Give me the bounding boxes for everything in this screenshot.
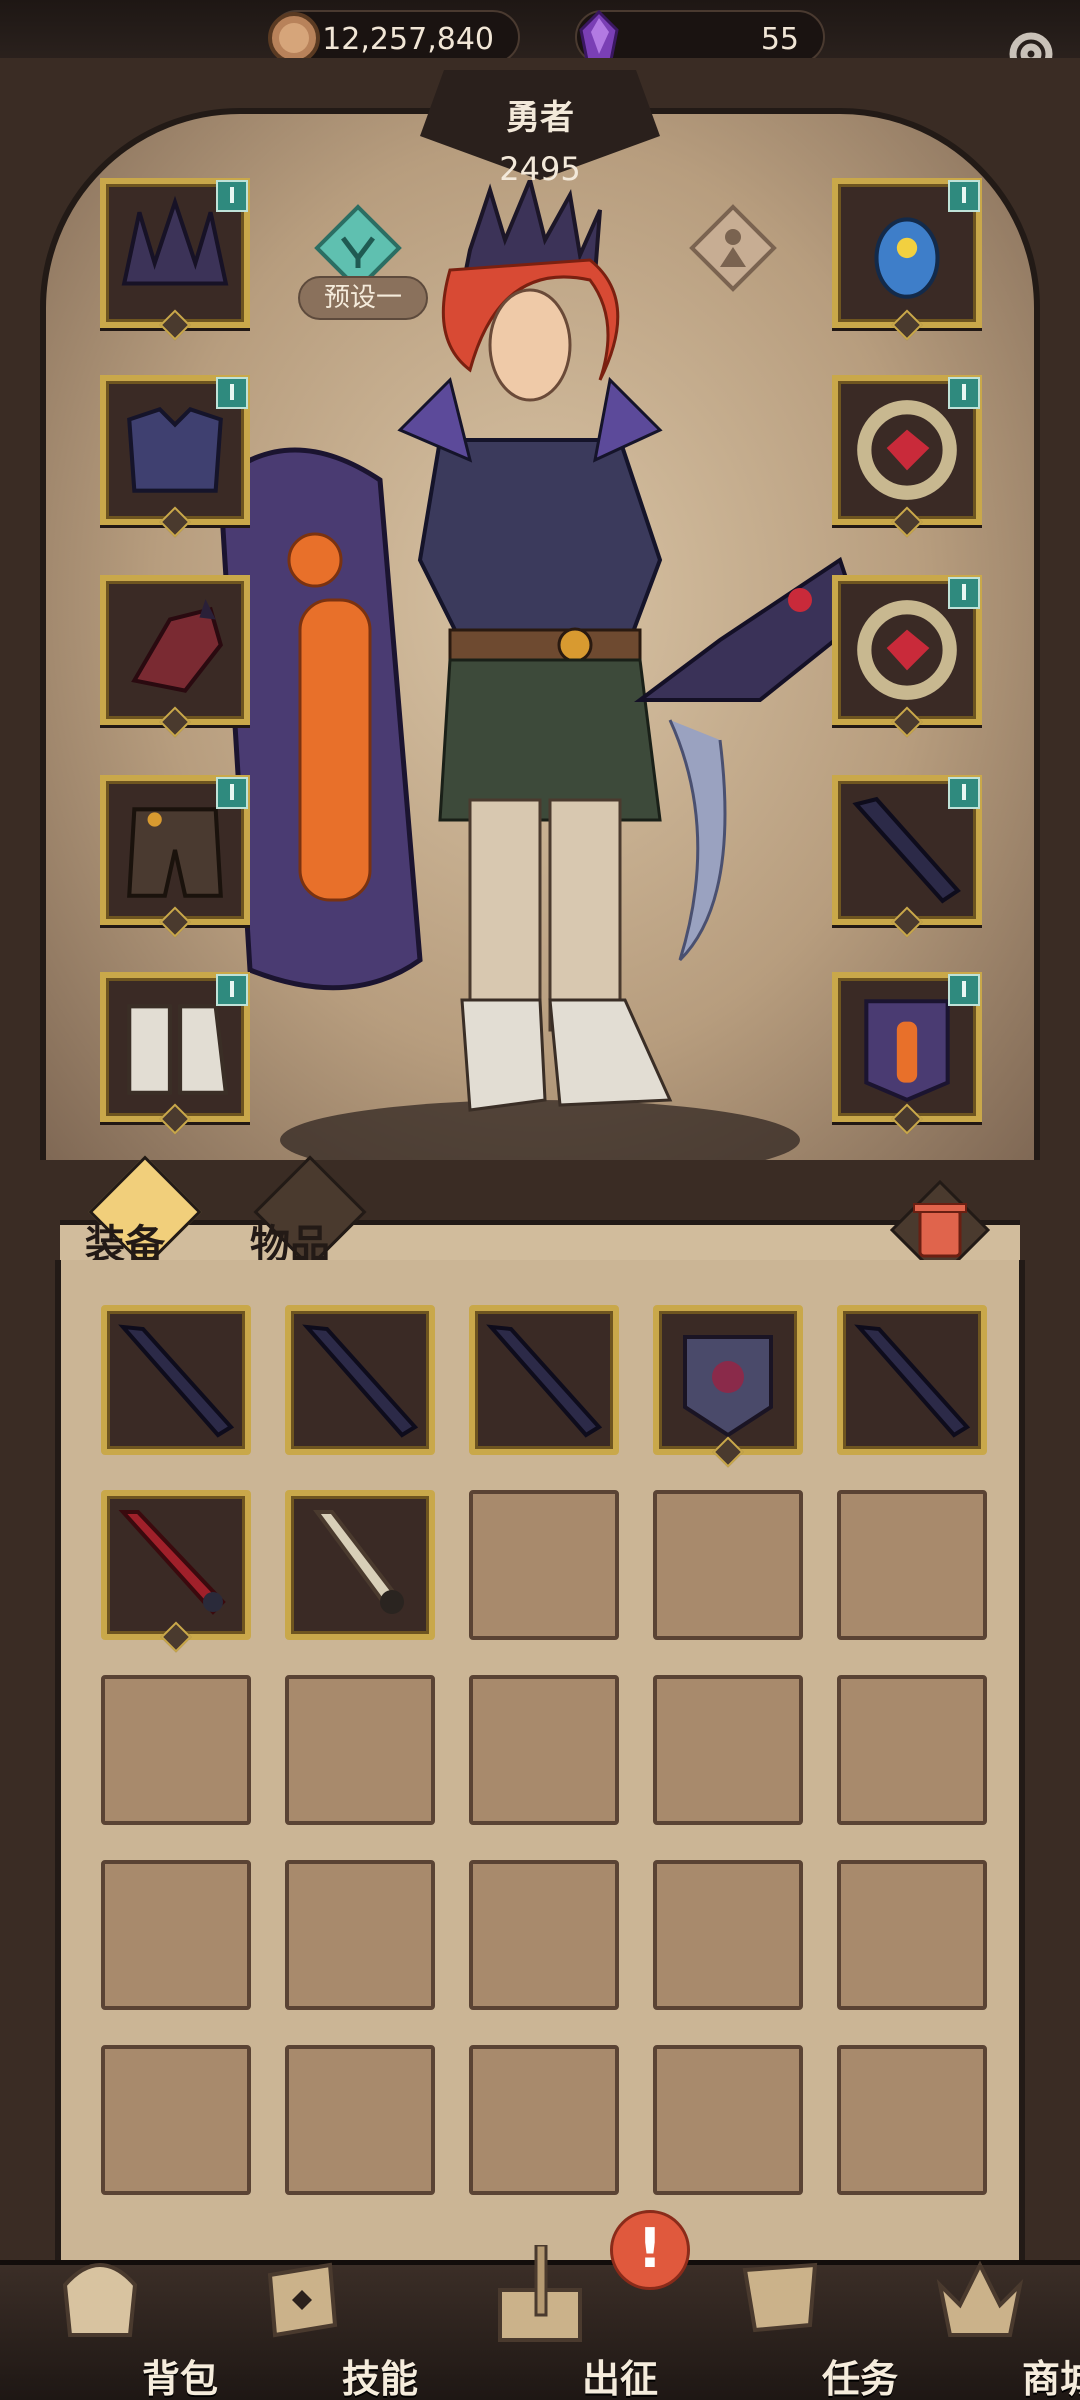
equipped-badge bbox=[948, 577, 980, 609]
equipped-badge bbox=[216, 777, 248, 809]
nav-quest[interactable]: 任务 bbox=[700, 2262, 898, 2400]
equip-slot-ring-2[interactable] bbox=[832, 575, 982, 738]
equip-slot-boots[interactable] bbox=[100, 972, 250, 1135]
bottom-navigation: 背包 技能 出征 任务 商城 bbox=[0, 2245, 1080, 2400]
shop-crown-icon bbox=[936, 2260, 1024, 2337]
inventory-empty-slot[interactable] bbox=[837, 2045, 987, 2195]
bone-sword-icon bbox=[313, 1510, 404, 1614]
equip-slot-amulet[interactable] bbox=[832, 178, 982, 341]
dark-blade-icon bbox=[302, 1324, 419, 1438]
tab-ledge bbox=[60, 1220, 1020, 1260]
equipped-badge bbox=[216, 180, 248, 212]
crimson-sword-icon bbox=[118, 1510, 226, 1615]
equipped-badge bbox=[216, 974, 248, 1006]
inventory-item-ornate-shield[interactable] bbox=[653, 1305, 803, 1468]
ornate-shield-icon bbox=[683, 1335, 773, 1438]
equip-slot-weapon[interactable] bbox=[832, 775, 982, 938]
inventory-empty-slot[interactable] bbox=[653, 1860, 803, 2010]
nav-bag[interactable]: 背包 bbox=[20, 2263, 218, 2400]
nav-skill-label: 技能 bbox=[341, 2357, 418, 2400]
inventory-empty-slot[interactable] bbox=[469, 2045, 619, 2195]
inventory-empty-slot[interactable] bbox=[101, 1860, 251, 2010]
inventory-empty-slot[interactable] bbox=[469, 1860, 619, 2010]
inventory-empty-slot[interactable] bbox=[285, 1675, 435, 1825]
nav-expedition[interactable]: 出征 bbox=[460, 2245, 658, 2400]
inventory-section bbox=[0, 1260, 1080, 2260]
equip-slot-ring-1[interactable] bbox=[832, 375, 982, 538]
gem-counter[interactable]: 55 bbox=[575, 10, 825, 64]
equipped-badge bbox=[216, 377, 248, 409]
inventory-item-dark-blade[interactable] bbox=[285, 1305, 435, 1455]
gem-amount: 55 bbox=[760, 22, 799, 57]
inventory-item-crimson-sword[interactable] bbox=[101, 1490, 251, 1653]
equip-slot-chest[interactable] bbox=[100, 375, 250, 538]
nav-expedition-label: 出征 bbox=[581, 2357, 658, 2400]
gold-counter[interactable]: 12,257,840 bbox=[268, 10, 520, 64]
hero-name: 勇者 bbox=[506, 98, 574, 138]
quest-scroll-icon bbox=[742, 2262, 818, 2333]
equip-slot-gauntlet[interactable] bbox=[100, 575, 250, 738]
equipped-badge bbox=[948, 777, 980, 809]
gauntlet-icon bbox=[131, 599, 223, 693]
inventory-empty-slot[interactable] bbox=[101, 1675, 251, 1825]
inventory-item-bone-sword[interactable] bbox=[285, 1490, 435, 1640]
inventory-item-dark-blade[interactable] bbox=[101, 1305, 251, 1455]
equip-slot-offhand[interactable] bbox=[832, 972, 982, 1135]
inventory-empty-slot[interactable] bbox=[469, 1675, 619, 1825]
inventory-empty-slot[interactable] bbox=[285, 1860, 435, 2010]
gold-amount: 12,257,840 bbox=[322, 22, 494, 57]
notification-alert-icon[interactable] bbox=[610, 2210, 690, 2290]
equipped-badge bbox=[948, 180, 980, 212]
inventory-empty-slot[interactable] bbox=[837, 1675, 987, 1825]
equipped-badge bbox=[948, 974, 980, 1006]
inventory-empty-slot[interactable] bbox=[653, 2045, 803, 2195]
inventory-empty-slot[interactable] bbox=[285, 2045, 435, 2195]
equip-slot-helmet[interactable] bbox=[100, 178, 250, 341]
inventory-empty-slot[interactable] bbox=[653, 1490, 803, 1640]
inventory-empty-slot[interactable] bbox=[101, 2045, 251, 2195]
inventory-panel bbox=[55, 1260, 1025, 2260]
skill-book-icon bbox=[267, 2262, 338, 2338]
equip-slot-legs[interactable] bbox=[100, 775, 250, 938]
inventory-item-dark-blade[interactable] bbox=[837, 1305, 987, 1455]
inventory-empty-slot[interactable] bbox=[469, 1490, 619, 1640]
backpack-icon bbox=[62, 2263, 138, 2337]
inventory-empty-slot[interactable] bbox=[837, 1490, 987, 1640]
inventory-item-dark-blade[interactable] bbox=[469, 1305, 619, 1455]
sword-map-icon bbox=[498, 2245, 582, 2342]
nav-shop[interactable]: 商城 bbox=[900, 2260, 1080, 2400]
equipped-badge bbox=[948, 377, 980, 409]
inventory-empty-slot[interactable] bbox=[837, 1860, 987, 2010]
dark-blade-icon bbox=[854, 1324, 971, 1438]
nav-skill[interactable]: 技能 bbox=[220, 2262, 418, 2400]
nav-shop-label: 商城 bbox=[1021, 2357, 1080, 2400]
dark-blade-icon bbox=[118, 1324, 235, 1438]
inventory-empty-slot[interactable] bbox=[653, 1675, 803, 1825]
dark-blade-icon bbox=[486, 1324, 603, 1438]
hero-character-illustration bbox=[217, 180, 863, 1180]
